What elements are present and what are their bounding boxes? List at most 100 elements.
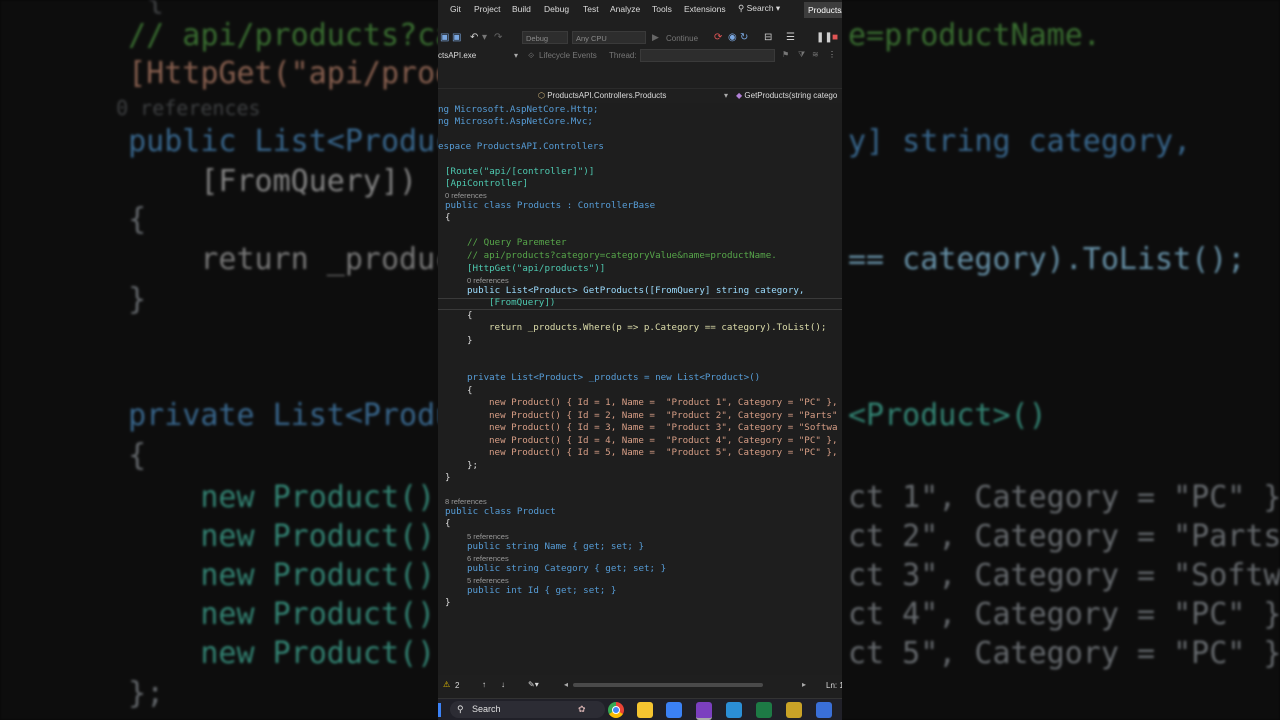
undo-icon[interactable]: ↶ [470,32,478,43]
project-name-badge: ProductsAPI [804,2,842,18]
code-line: { [467,310,473,321]
search-label: Search [746,3,774,13]
stack-icon[interactable]: ≋ [812,50,819,59]
code-line: espace ProductsAPI.Controllers [438,141,604,152]
chevron-down-icon[interactable]: ▾ [514,51,518,60]
comment-line: // api/products?category=categoryValue&n… [467,250,777,261]
line-position: Ln: 1 [826,681,842,690]
redo-icon[interactable]: ↷ [494,32,502,43]
remote-desktop-icon[interactable] [816,702,832,718]
menu-analyze[interactable]: Analyze [610,4,640,14]
play-icon[interactable]: ▶ [652,32,659,43]
taskbar-search[interactable]: ⚲ Search ✿ [450,701,605,718]
undo-dropdown-icon[interactable]: ▾ [482,32,487,43]
warning-count[interactable]: 2 [455,681,459,690]
filter-icon[interactable]: ⧩ [798,50,805,60]
lifecycle-events[interactable]: Lifecycle Events [539,51,597,60]
menu-git[interactable]: Git [450,4,461,14]
app-icon[interactable] [786,702,802,718]
menu-bar: Git Project Build Debug Test Analyze Too… [438,0,842,20]
menu-project[interactable]: Project [474,4,500,14]
code-line: } [467,335,473,346]
horizontal-scrollbar[interactable] [573,683,763,687]
arrow-up-icon[interactable]: ↑ [482,680,486,689]
scroll-right-icon[interactable]: ▸ [802,680,806,689]
code-line: private List<Product> _products = new Li… [467,372,761,383]
chevron-down-icon[interactable]: ▾ [724,91,728,100]
menu-build[interactable]: Build [512,4,531,14]
code-line: public string Name { get; set; } [467,541,645,552]
stop-icon[interactable]: ■ [832,32,838,43]
menu-tools[interactable]: Tools [652,4,672,14]
code-line: } [445,472,451,483]
config-value: Debug [526,34,549,43]
menu-debug[interactable]: Debug [544,4,569,14]
refresh-icon[interactable]: ↻ [740,32,748,43]
search-menu[interactable]: ⚲ Search ▾ [738,3,780,14]
code-line: }; [467,460,479,471]
lifecycle-icon: ⟐ [528,51,535,60]
code-line: public List<Product> GetProducts([FromQu… [467,285,805,296]
save-all-icon[interactable]: ▣ [452,32,461,43]
code-editor[interactable]: ng Microsoft.AspNetCore.Http; ng Microso… [438,103,842,675]
references-codelens[interactable]: 5 references [467,576,509,585]
chrome-icon[interactable] [608,702,624,718]
panel-icon[interactable]: ☰ [786,32,795,43]
code-line: new Product() { Id = 2, Name = "Product … [489,410,838,421]
code-line: } [445,597,451,608]
code-line: new Product() { Id = 5, Name = "Product … [489,447,838,458]
menu-test[interactable]: Test [583,4,599,14]
class-icon: ⬡ [538,91,545,100]
member-dropdown[interactable]: ◆ GetProducts(string catego [736,91,837,100]
startup-item[interactable]: ctsAPI.exe [438,51,476,60]
windows-start-icon[interactable] [438,703,441,717]
references-codelens[interactable]: 5 references [467,532,509,541]
code-line: public class Product [445,506,556,517]
references-codelens[interactable]: 0 references [467,276,509,285]
platform-select[interactable]: Any CPU [572,31,646,44]
continue-button[interactable]: Continue [666,34,698,43]
code-line: [Route("api/[controller]")] [445,166,595,177]
comment-line: // Query Paremeter [467,237,567,248]
thread-select[interactable] [640,49,775,62]
brush-icon[interactable]: ✎▾ [528,680,539,689]
taskbar-search-label: Search [472,704,501,714]
search-icon: ⚲ [738,3,745,13]
platform-value: Any CPU [576,34,607,43]
pause-icon[interactable]: ❚❚ [816,32,833,43]
warning-icon[interactable]: ⚠ [443,680,450,689]
code-line: new Product() { Id = 4, Name = "Product … [489,435,838,446]
class-dropdown[interactable]: ⬡ ProductsAPI.Controllers.Products [538,91,666,100]
flag-icon[interactable]: ⚑ [782,50,789,59]
menu-extensions[interactable]: Extensions [684,4,726,14]
code-line: { [445,212,451,223]
code-line: public class Products : ControllerBase [445,200,656,211]
overflow-icon[interactable]: ⋮ [828,50,836,59]
open-file-icon[interactable]: ▣ [440,32,449,43]
code-line: new Product() { Id = 3, Name = "Product … [489,422,838,433]
code-line: [HttpGet("api/products")] [467,263,606,274]
code-line: ng Microsoft.AspNetCore.Http; [438,104,599,115]
debug-toolbar: ctsAPI.exe ▾ ⟐ Lifecycle Events Thread: … [438,48,842,65]
visual-studio-icon[interactable] [696,702,712,720]
code-line: ng Microsoft.AspNetCore.Mvc; [438,116,593,127]
scroll-left-icon[interactable]: ◂ [564,680,568,689]
layout-icon[interactable]: ⊟ [764,32,772,43]
references-codelens[interactable]: 6 references [467,554,509,563]
code-line: public int Id { get; set; } [467,585,617,596]
excel-icon[interactable] [756,702,772,718]
vscode-icon[interactable] [726,702,742,718]
chevron-down-icon: ▾ [775,3,781,13]
windows-taskbar: ⚲ Search ✿ [438,698,842,720]
search-highlight-icon: ✿ [578,704,586,714]
config-select[interactable]: Debug [522,31,568,44]
hot-reload-icon[interactable]: ⟳ [714,32,722,43]
target-icon[interactable]: ◉ [728,32,737,43]
file-explorer-icon[interactable] [637,702,653,718]
code-line: new Product() { Id = 1, Name = "Product … [489,397,838,408]
code-line: return _products.Where(p => p.Category =… [489,322,827,333]
store-icon[interactable] [666,702,682,718]
references-codelens[interactable]: 0 references [445,191,487,200]
references-codelens[interactable]: 8 references [445,497,487,506]
arrow-down-icon[interactable]: ↓ [501,680,505,689]
